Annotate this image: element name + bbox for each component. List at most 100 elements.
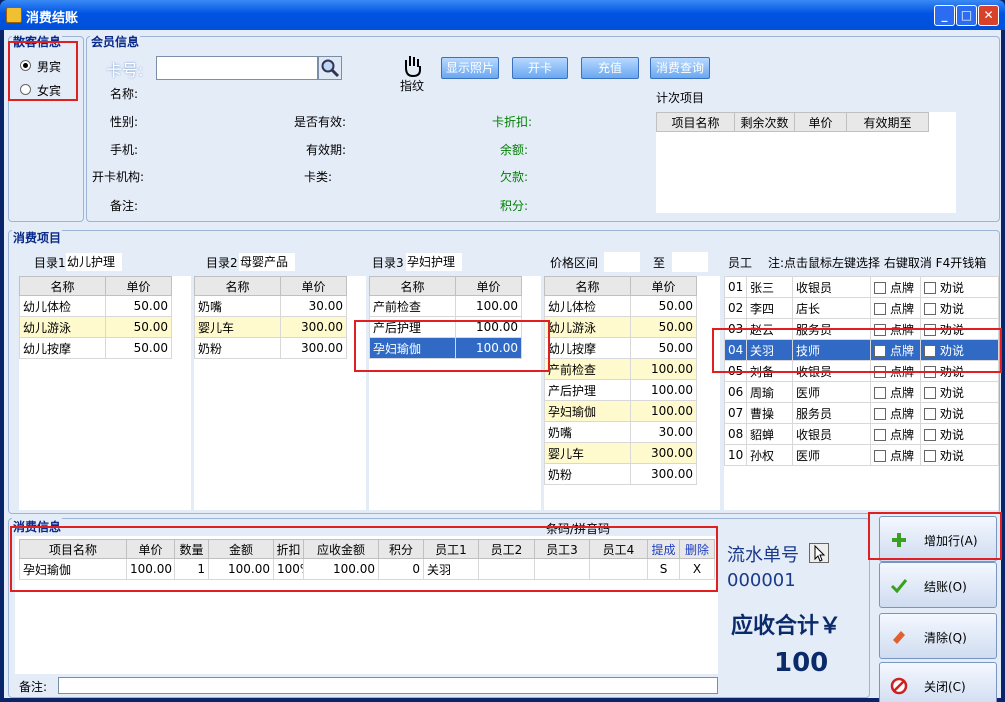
- member-valid-label: 是否有效:: [293, 115, 346, 129]
- member-phone-label: 手机:: [109, 143, 138, 157]
- staff-row[interactable]: 01 张三 收银员 点牌 劝说: [724, 276, 999, 298]
- checkbox[interactable]: [924, 450, 936, 462]
- staff-flag-cell[interactable]: 点牌: [870, 381, 921, 403]
- list-row[interactable]: 产前检查 100.00: [544, 358, 697, 380]
- staff-flag-cell[interactable]: 点牌: [870, 423, 921, 445]
- staff-flag-cell[interactable]: 劝说: [920, 444, 999, 466]
- checkbox[interactable]: [924, 282, 936, 294]
- fingerprint-icon[interactable]: [402, 54, 424, 78]
- item-price: 300.00: [630, 442, 697, 464]
- dir2-select[interactable]: 母婴产品: [239, 253, 295, 271]
- staff-flag-cell[interactable]: 点牌: [870, 297, 921, 319]
- list-row[interactable]: 幼儿游泳 50.00: [544, 316, 697, 338]
- staff-row[interactable]: 02 李四 店长 点牌 劝说: [724, 297, 999, 319]
- staff-flag-cell[interactable]: 点牌: [870, 402, 921, 424]
- checkbox[interactable]: [874, 450, 886, 462]
- list-row[interactable]: 产后护理 100.00: [544, 379, 697, 401]
- staff-flag-cell[interactable]: 点牌: [870, 444, 921, 466]
- staff-name: 孙权: [746, 444, 793, 466]
- price-max-input[interactable]: [672, 252, 708, 272]
- close-button[interactable]: 关闭(C): [879, 662, 997, 702]
- item-name: 幼儿游泳: [19, 316, 106, 338]
- close-window-button[interactable]: ✕: [978, 5, 999, 26]
- staff-flag-label: 点牌: [890, 448, 915, 463]
- recharge-button[interactable]: 充值: [581, 57, 639, 79]
- window-title: 消费结账: [26, 11, 79, 26]
- member-remark-label: 备注:: [109, 199, 138, 213]
- item-name: 婴儿车: [544, 442, 631, 464]
- list-row[interactable]: 幼儿体检 50.00: [19, 295, 172, 317]
- staff-row[interactable]: 07 曹操 服务员 点牌 劝说: [724, 402, 999, 424]
- staff-row[interactable]: 10 孙权 医师 点牌 劝说: [724, 444, 999, 466]
- consume-title: 消费项目: [12, 229, 63, 246]
- col-header: 单价: [280, 276, 347, 296]
- highlight-box-yoga: [354, 320, 550, 372]
- checkbox[interactable]: [924, 429, 936, 441]
- remark-input[interactable]: [58, 677, 718, 694]
- staff-flag-cell[interactable]: 劝说: [920, 276, 999, 298]
- cursor-icon[interactable]: [809, 543, 829, 563]
- checkbox[interactable]: [924, 303, 936, 315]
- col-header: 单价: [455, 276, 522, 296]
- list-row[interactable]: 幼儿体检 50.00: [544, 295, 697, 317]
- staff-flag-label: 劝说: [940, 448, 965, 463]
- staff-id: 10: [724, 444, 747, 466]
- staff-flag-cell[interactable]: 劝说: [920, 423, 999, 445]
- consume-query-button[interactable]: 消费查询: [650, 57, 710, 79]
- dir1-select[interactable]: 幼儿护理: [66, 253, 122, 271]
- checkbox[interactable]: [924, 387, 936, 399]
- item-price: 300.00: [280, 316, 347, 338]
- price-min-input[interactable]: [604, 252, 640, 272]
- staff-row[interactable]: 06 周瑜 医师 点牌 劝说: [724, 381, 999, 403]
- staff-flag-cell[interactable]: 劝说: [920, 402, 999, 424]
- item-name: 幼儿体检: [544, 295, 631, 317]
- maximize-button[interactable]: □: [956, 5, 977, 26]
- staff-name: 曹操: [746, 402, 793, 424]
- list-row[interactable]: 产前检查 100.00: [369, 295, 522, 317]
- staff-flag-cell[interactable]: 劝说: [920, 297, 999, 319]
- checkout-button[interactable]: 结账(O): [879, 562, 997, 608]
- list-row[interactable]: 奶粉 300.00: [544, 463, 697, 485]
- minimize-button[interactable]: _: [934, 5, 955, 26]
- item-price: 50.00: [630, 295, 697, 317]
- search-icon[interactable]: [318, 56, 342, 80]
- checkbox[interactable]: [874, 282, 886, 294]
- checkbox[interactable]: [874, 387, 886, 399]
- staff-row[interactable]: 08 貂蝉 收银员 点牌 劝说: [724, 423, 999, 445]
- item-name: 幼儿体检: [19, 295, 106, 317]
- show-photo-button[interactable]: 显示照片: [441, 57, 499, 79]
- staff-flag-cell[interactable]: 劝说: [920, 381, 999, 403]
- list-row[interactable]: 孕妇瑜伽 100.00: [544, 400, 697, 422]
- list4-panel: 名称 单价 幼儿体检 50.00 幼儿游泳 50.00 幼儿按摩 50.00 产前检查 100.0…: [544, 276, 720, 510]
- list-row[interactable]: 幼儿按摩 50.00: [19, 337, 172, 359]
- item-name: 产后护理: [544, 379, 631, 401]
- dir3-select[interactable]: 孕妇护理: [406, 253, 462, 271]
- item-price: 50.00: [630, 337, 697, 359]
- card-input[interactable]: [156, 56, 318, 80]
- checkbox[interactable]: [874, 408, 886, 420]
- list-row[interactable]: 奶粉 300.00: [194, 337, 347, 359]
- checkbox[interactable]: [874, 429, 886, 441]
- staff-role: 医师: [792, 381, 871, 403]
- staff-role: 服务员: [792, 402, 871, 424]
- list-row[interactable]: 婴儿车 300.00: [194, 316, 347, 338]
- staff-flag-cell[interactable]: 点牌: [870, 276, 921, 298]
- staff-id: 02: [724, 297, 747, 319]
- staff-flag-label: 劝说: [940, 406, 965, 421]
- checkbox[interactable]: [924, 408, 936, 420]
- list-row[interactable]: 幼儿按摩 50.00: [544, 337, 697, 359]
- list-row[interactable]: 奶嘴 30.00: [544, 421, 697, 443]
- list-row[interactable]: 幼儿游泳 50.00: [19, 316, 172, 338]
- open-card-button[interactable]: 开卡: [512, 57, 568, 79]
- staff-flag-label: 点牌: [890, 385, 915, 400]
- list-row[interactable]: 奶嘴 30.00: [194, 295, 347, 317]
- checkout-label: 结账(O): [924, 580, 967, 594]
- checkbox[interactable]: [874, 303, 886, 315]
- staff-name: 貂蝉: [746, 423, 793, 445]
- clear-button[interactable]: 清除(Q): [879, 613, 997, 659]
- item-name: 奶嘴: [544, 421, 631, 443]
- item-name: 奶嘴: [194, 295, 281, 317]
- list-row[interactable]: 婴儿车 300.00: [544, 442, 697, 464]
- item-name: 幼儿按摩: [544, 337, 631, 359]
- staff-flag-label: 点牌: [890, 427, 915, 442]
